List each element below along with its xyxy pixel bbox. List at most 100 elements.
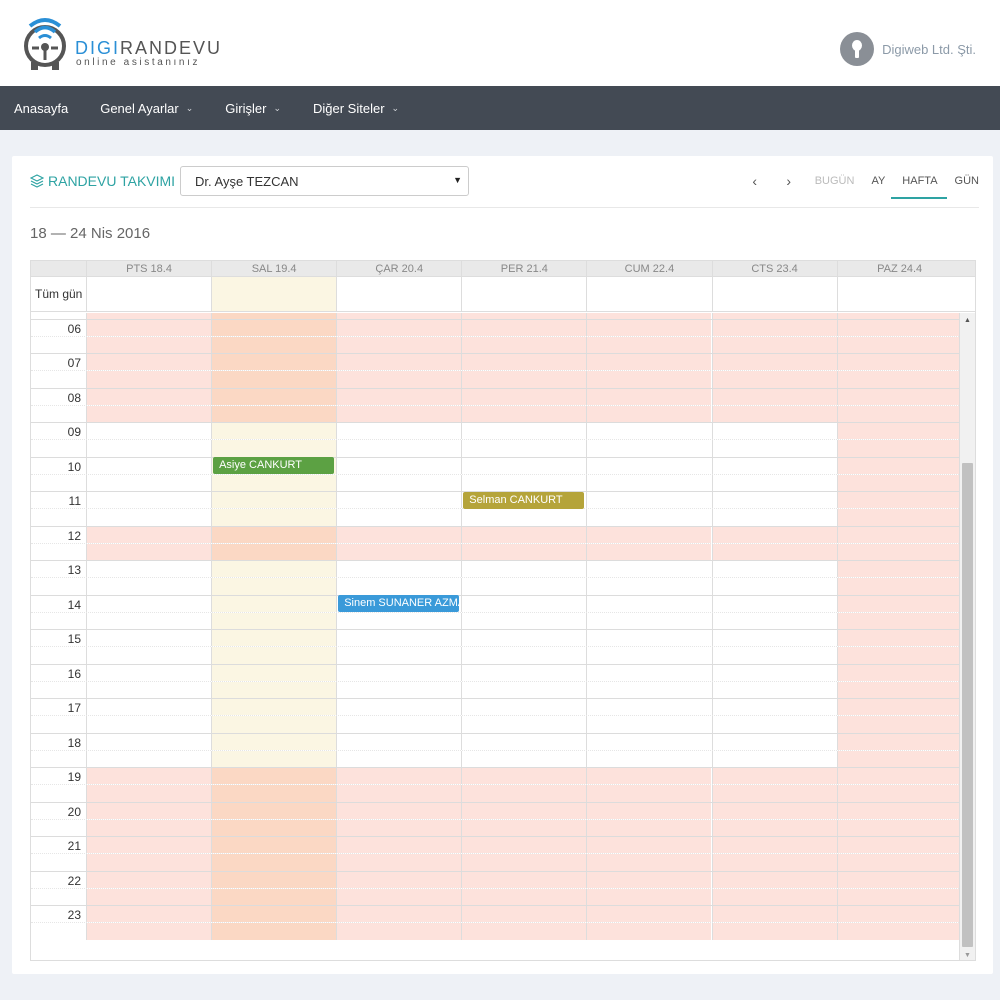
company-menu[interactable]: Digiweb Ltd. Şti. bbox=[840, 32, 976, 66]
time-slot-cell[interactable] bbox=[86, 733, 212, 750]
appointment-event[interactable]: Selman CANKURT bbox=[463, 491, 585, 509]
time-slot-cell[interactable] bbox=[211, 354, 337, 371]
all-day-cell[interactable] bbox=[461, 277, 586, 311]
time-slot-cell[interactable] bbox=[711, 854, 837, 871]
time-slot-cell[interactable] bbox=[836, 733, 962, 750]
time-slot-cell[interactable] bbox=[711, 578, 837, 595]
time-slot-cell[interactable] bbox=[836, 699, 962, 716]
time-slot-cell[interactable] bbox=[461, 871, 587, 888]
time-slot-cell[interactable] bbox=[336, 612, 462, 629]
time-slot-cell[interactable] bbox=[86, 561, 212, 578]
time-slot-cell[interactable] bbox=[586, 906, 712, 923]
time-slot-cell[interactable] bbox=[711, 630, 837, 647]
time-slot-cell[interactable] bbox=[211, 595, 337, 612]
month-view-button[interactable]: AY bbox=[871, 175, 885, 187]
scroll-down-icon[interactable]: ▼ bbox=[964, 952, 971, 959]
time-slot-cell[interactable] bbox=[711, 595, 837, 612]
time-slot-cell[interactable] bbox=[336, 854, 462, 871]
time-slot-cell[interactable] bbox=[586, 561, 712, 578]
time-slot-cell[interactable] bbox=[86, 543, 212, 560]
time-slot-cell[interactable] bbox=[461, 388, 587, 405]
time-slot-cell[interactable] bbox=[211, 561, 337, 578]
time-slot-cell[interactable] bbox=[836, 785, 962, 802]
time-slot-cell[interactable] bbox=[336, 733, 462, 750]
time-slot-cell[interactable] bbox=[836, 543, 962, 560]
time-slot-cell[interactable] bbox=[336, 664, 462, 681]
time-slot-cell[interactable] bbox=[711, 819, 837, 836]
time-slot-cell[interactable] bbox=[86, 423, 212, 440]
time-slot-cell[interactable] bbox=[711, 371, 837, 388]
time-slot-cell[interactable] bbox=[586, 699, 712, 716]
time-slot-cell[interactable] bbox=[86, 526, 212, 543]
time-slot-cell[interactable] bbox=[336, 509, 462, 526]
time-slot-cell[interactable] bbox=[836, 871, 962, 888]
time-slot-cell[interactable] bbox=[211, 440, 337, 457]
time-slot-cell[interactable] bbox=[336, 647, 462, 664]
time-slot-cell[interactable] bbox=[836, 440, 962, 457]
time-slot-cell[interactable] bbox=[336, 492, 462, 509]
time-slot-cell[interactable] bbox=[586, 595, 712, 612]
time-slot-cell[interactable] bbox=[211, 578, 337, 595]
time-slot-cell[interactable] bbox=[586, 888, 712, 905]
time-slot-cell[interactable] bbox=[211, 630, 337, 647]
time-slot-cell[interactable] bbox=[461, 819, 587, 836]
time-slot-cell[interactable] bbox=[211, 681, 337, 698]
time-slot-cell[interactable] bbox=[586, 388, 712, 405]
time-slot-cell[interactable] bbox=[211, 664, 337, 681]
time-slot-cell[interactable] bbox=[836, 371, 962, 388]
time-slot-cell[interactable] bbox=[461, 440, 587, 457]
time-slot-cell[interactable] bbox=[586, 526, 712, 543]
time-slot-cell[interactable] bbox=[461, 802, 587, 819]
time-slot-cell[interactable] bbox=[336, 906, 462, 923]
all-day-cell[interactable] bbox=[336, 277, 461, 311]
time-slot-cell[interactable] bbox=[836, 716, 962, 733]
time-slot-cell[interactable] bbox=[586, 768, 712, 785]
time-slot-cell[interactable] bbox=[836, 474, 962, 491]
scroll-up-icon[interactable]: ▲ bbox=[964, 317, 971, 324]
time-slot-cell[interactable] bbox=[836, 923, 962, 940]
time-slot-cell[interactable] bbox=[711, 888, 837, 905]
time-slot-cell[interactable] bbox=[711, 923, 837, 940]
time-slot-cell[interactable] bbox=[336, 802, 462, 819]
time-slot-cell[interactable] bbox=[586, 509, 712, 526]
time-slot-cell[interactable] bbox=[711, 664, 837, 681]
time-slot-cell[interactable] bbox=[336, 440, 462, 457]
time-slot-cell[interactable] bbox=[336, 388, 462, 405]
time-slot-cell[interactable] bbox=[711, 543, 837, 560]
time-slot-cell[interactable] bbox=[586, 474, 712, 491]
nav-item-girisler[interactable]: Girişler ⌄ bbox=[225, 101, 281, 116]
time-slot-cell[interactable] bbox=[336, 423, 462, 440]
time-slot-cell[interactable] bbox=[711, 750, 837, 767]
scrollbar-thumb[interactable] bbox=[962, 463, 973, 947]
time-slot-cell[interactable] bbox=[86, 595, 212, 612]
time-slot-cell[interactable] bbox=[211, 492, 337, 509]
time-slot-cell[interactable] bbox=[586, 681, 712, 698]
time-slot-cell[interactable] bbox=[86, 768, 212, 785]
time-slot-cell[interactable] bbox=[586, 336, 712, 353]
time-slot-cell[interactable] bbox=[211, 388, 337, 405]
time-slot-cell[interactable] bbox=[86, 319, 212, 336]
time-slot-cell[interactable] bbox=[211, 371, 337, 388]
time-slot-cell[interactable] bbox=[836, 319, 962, 336]
time-slot-cell[interactable] bbox=[836, 630, 962, 647]
time-slot-cell[interactable] bbox=[711, 336, 837, 353]
time-slot-cell[interactable] bbox=[586, 612, 712, 629]
time-slot-cell[interactable] bbox=[836, 354, 962, 371]
time-slot-cell[interactable] bbox=[336, 371, 462, 388]
time-slot-cell[interactable] bbox=[211, 733, 337, 750]
time-slot-cell[interactable] bbox=[461, 457, 587, 474]
time-slot-cell[interactable] bbox=[211, 837, 337, 854]
time-slot-cell[interactable] bbox=[711, 802, 837, 819]
time-slot-cell[interactable] bbox=[461, 681, 587, 698]
time-slot-cell[interactable] bbox=[711, 612, 837, 629]
time-slot-cell[interactable] bbox=[336, 474, 462, 491]
next-button[interactable]: › bbox=[780, 173, 798, 189]
time-slot-cell[interactable] bbox=[836, 906, 962, 923]
time-slot-cell[interactable] bbox=[211, 647, 337, 664]
scrollbar[interactable]: ▲ ▼ bbox=[959, 313, 975, 960]
time-slot-cell[interactable] bbox=[336, 716, 462, 733]
time-slot-cell[interactable] bbox=[86, 785, 212, 802]
time-slot-cell[interactable] bbox=[461, 319, 587, 336]
time-slot-cell[interactable] bbox=[836, 595, 962, 612]
time-slot-cell[interactable] bbox=[336, 354, 462, 371]
